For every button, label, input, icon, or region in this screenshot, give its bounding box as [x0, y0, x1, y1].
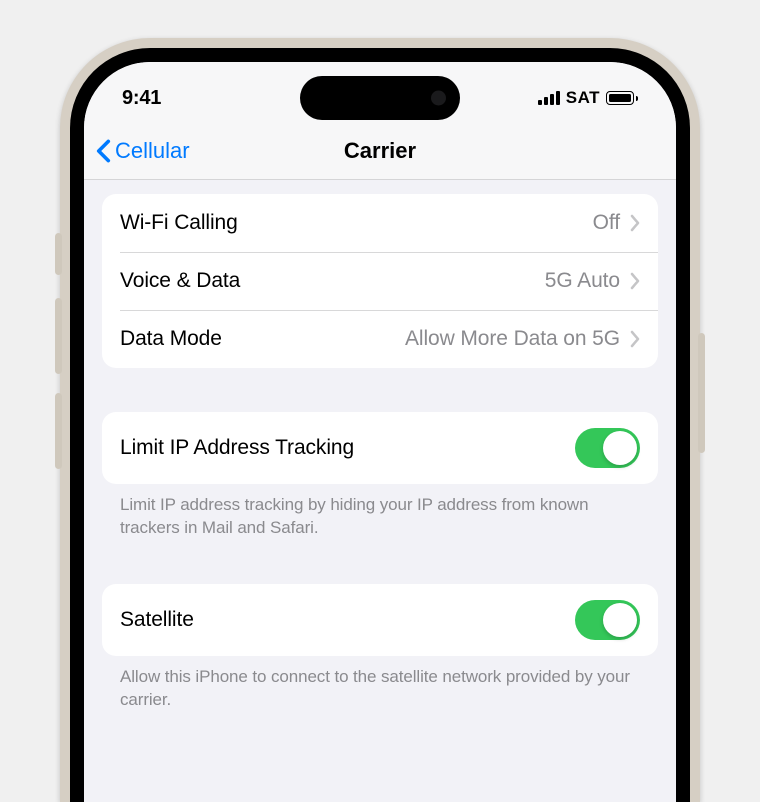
settings-group-ip: Limit IP Address Tracking — [102, 412, 658, 484]
satellite-toggle[interactable] — [575, 600, 640, 640]
side-button — [55, 233, 62, 275]
status-bar: 9:41 SAT — [84, 62, 676, 122]
chevron-right-icon — [630, 214, 640, 232]
row-label: Data Mode — [120, 327, 405, 351]
volume-up-button — [55, 298, 62, 374]
row-value: 5G Auto — [545, 269, 620, 293]
chevron-right-icon — [630, 272, 640, 290]
power-button — [698, 333, 705, 453]
limit-ip-toggle[interactable] — [575, 428, 640, 468]
row-value: Allow More Data on 5G — [405, 327, 620, 351]
status-time: 9:41 — [122, 87, 242, 110]
row-value: Off — [593, 211, 620, 235]
back-button[interactable]: Cellular — [96, 138, 190, 164]
limit-ip-tracking-row: Limit IP Address Tracking — [102, 412, 658, 484]
navigation-bar: Cellular Carrier — [84, 122, 676, 180]
back-label: Cellular — [115, 138, 190, 164]
screen: 9:41 SAT — [84, 62, 676, 802]
volume-down-button — [55, 393, 62, 469]
battery-icon — [606, 91, 638, 105]
page-title: Carrier — [344, 138, 416, 164]
toggle-knob — [603, 431, 637, 465]
data-mode-row[interactable]: Data Mode Allow More Data on 5G — [102, 310, 658, 368]
network-type-label: SAT — [566, 88, 600, 108]
satellite-footer: Allow this iPhone to connect to the sate… — [102, 656, 658, 712]
limit-ip-footer: Limit IP address tracking by hiding your… — [102, 484, 658, 540]
cellular-signal-icon — [538, 91, 560, 105]
dynamic-island — [300, 76, 460, 120]
row-label: Wi-Fi Calling — [120, 211, 593, 235]
toggle-knob — [603, 603, 637, 637]
content: Wi-Fi Calling Off Voice & Data 5G Auto — [84, 194, 676, 712]
voice-data-row[interactable]: Voice & Data 5G Auto — [102, 252, 658, 310]
phone-frame: 9:41 SAT — [60, 38, 700, 802]
row-label: Voice & Data — [120, 269, 545, 293]
wifi-calling-row[interactable]: Wi-Fi Calling Off — [102, 194, 658, 252]
row-label: Limit IP Address Tracking — [120, 436, 575, 460]
row-label: Satellite — [120, 608, 575, 632]
status-right: SAT — [498, 88, 638, 108]
satellite-row: Satellite — [102, 584, 658, 656]
phone-bezel: 9:41 SAT — [70, 48, 690, 802]
settings-group-cellular: Wi-Fi Calling Off Voice & Data 5G Auto — [102, 194, 658, 368]
settings-group-satellite: Satellite — [102, 584, 658, 656]
chevron-right-icon — [630, 330, 640, 348]
chevron-left-icon — [96, 139, 111, 163]
